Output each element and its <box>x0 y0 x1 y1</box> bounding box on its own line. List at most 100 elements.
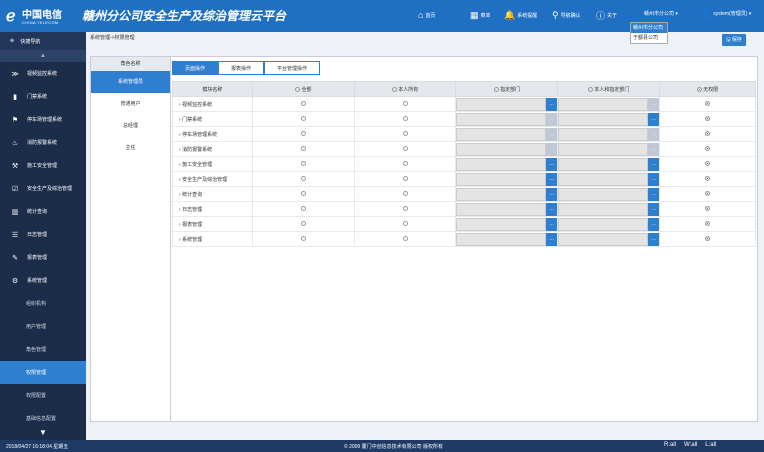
cell-all[interactable] <box>251 201 355 217</box>
expand-icon[interactable]: › <box>179 237 181 243</box>
radio-own[interactable] <box>402 131 408 137</box>
cell-own[interactable] <box>353 231 457 247</box>
radio-all[interactable] <box>300 236 306 242</box>
sidebar-item[interactable]: ☑ 安全生产及综治管理 <box>0 177 86 200</box>
radio-none[interactable] <box>705 236 711 242</box>
ellipsis-icon[interactable]: … <box>546 217 558 231</box>
sidebar-item[interactable]: ⚑ 停车场管理系统 <box>0 108 86 131</box>
save-button[interactable]: 🖫 保存 <box>722 34 746 46</box>
radio-all[interactable] <box>300 221 306 227</box>
select-all-radio[interactable] <box>391 86 397 92</box>
role-item[interactable]: 普通用户 <box>91 93 170 115</box>
cell-all[interactable] <box>251 216 355 232</box>
sidebar-item[interactable]: ☰ 日志管理 <box>0 223 86 246</box>
cell-all[interactable] <box>251 171 355 187</box>
expand-icon[interactable]: › <box>179 222 181 228</box>
cell-all[interactable] <box>251 111 355 127</box>
nav-grid[interactable]: ▦ 菜单 <box>470 8 491 22</box>
cell-none[interactable] <box>659 231 756 247</box>
role-item[interactable]: 主任 <box>91 137 170 159</box>
radio-all[interactable] <box>300 176 306 182</box>
company-option[interactable]: 于都县公司 <box>631 33 667 43</box>
cell-none[interactable] <box>659 96 756 112</box>
radio-none[interactable] <box>705 146 711 152</box>
radio-none[interactable] <box>705 131 711 137</box>
own-dept-picker[interactable]: … <box>558 202 660 216</box>
tab[interactable]: 页面操作 <box>172 61 219 75</box>
cell-own[interactable] <box>353 186 457 202</box>
ellipsis-icon[interactable]: … <box>648 157 660 171</box>
cell-all[interactable] <box>251 141 355 157</box>
radio-own[interactable] <box>402 176 408 182</box>
user-menu[interactable]: 👤 system(管理员) ▾ <box>700 8 751 19</box>
radio-own[interactable] <box>402 116 408 122</box>
radio-all[interactable] <box>300 146 306 152</box>
expand-icon[interactable]: › <box>179 117 181 123</box>
tab[interactable]: 平台管理操作 <box>264 61 321 75</box>
radio-none[interactable] <box>705 161 711 167</box>
cell-all[interactable] <box>251 156 355 172</box>
cell-none[interactable] <box>659 201 756 217</box>
select-all-radio[interactable] <box>696 86 702 92</box>
nav-home[interactable]: ⌂ 首页 <box>418 8 435 22</box>
cell-none[interactable] <box>659 141 756 157</box>
cell-own[interactable] <box>353 96 457 112</box>
sidebar-item[interactable]: ⚙ 系统管理 <box>0 269 86 292</box>
own-dept-picker[interactable]: … <box>558 217 660 231</box>
radio-own[interactable] <box>402 161 408 167</box>
dept-picker[interactable]: … <box>456 127 558 141</box>
sidebar-subitem[interactable]: 角色管理 <box>0 338 86 361</box>
ellipsis-icon[interactable]: … <box>648 97 660 111</box>
cell-own[interactable] <box>353 171 457 187</box>
radio-all[interactable] <box>300 161 306 167</box>
nav-bell[interactable]: 🔔 系统提醒 <box>504 8 537 22</box>
select-all-radio[interactable] <box>493 86 499 92</box>
sidebar-header[interactable]: ⊜ 快捷导航 <box>0 32 86 50</box>
sidebar-item[interactable]: ≫ 视频监控系统 <box>0 62 86 85</box>
own-dept-picker[interactable]: … <box>558 157 660 171</box>
cell-none[interactable] <box>659 126 756 142</box>
cell-all[interactable] <box>251 96 355 112</box>
radio-own[interactable] <box>402 146 408 152</box>
radio-all[interactable] <box>300 131 306 137</box>
role-item[interactable]: 系统管理员 <box>91 71 170 93</box>
own-dept-picker[interactable]: … <box>558 112 660 126</box>
role-item[interactable]: 总经理 <box>91 115 170 137</box>
radio-all[interactable] <box>300 206 306 212</box>
radio-all[interactable] <box>300 191 306 197</box>
own-dept-picker[interactable]: … <box>558 232 660 246</box>
cell-own[interactable] <box>353 216 457 232</box>
cell-own[interactable] <box>353 111 457 127</box>
dept-picker[interactable]: … <box>456 202 558 216</box>
select-all-radio[interactable] <box>588 86 594 92</box>
tab[interactable]: 报表操作 <box>218 61 265 75</box>
own-dept-picker[interactable]: … <box>558 187 660 201</box>
radio-none[interactable] <box>705 101 711 107</box>
ellipsis-icon[interactable]: … <box>546 187 558 201</box>
ellipsis-icon[interactable]: … <box>546 172 558 186</box>
column-header[interactable]: 指定部门 <box>455 81 559 97</box>
ellipsis-icon[interactable]: … <box>648 217 660 231</box>
scroll-up-icon[interactable]: ▲ <box>0 50 86 62</box>
cell-all[interactable] <box>251 231 355 247</box>
radio-none[interactable] <box>705 116 711 122</box>
cell-all[interactable] <box>251 186 355 202</box>
ellipsis-icon[interactable]: … <box>648 172 660 186</box>
ellipsis-icon[interactable]: … <box>648 202 660 216</box>
ellipsis-icon[interactable]: … <box>648 127 660 141</box>
cell-all[interactable] <box>251 126 355 142</box>
ellipsis-icon[interactable]: … <box>546 142 558 156</box>
select-all-radio[interactable] <box>295 86 301 92</box>
ellipsis-icon[interactable]: … <box>546 112 558 126</box>
radio-none[interactable] <box>705 191 711 197</box>
column-header[interactable]: 全部 <box>251 81 355 97</box>
expand-icon[interactable]: › <box>179 192 181 198</box>
own-dept-picker[interactable]: … <box>558 97 660 111</box>
radio-all[interactable] <box>300 101 306 107</box>
cell-own[interactable] <box>353 141 457 157</box>
ellipsis-icon[interactable]: … <box>546 232 558 246</box>
ellipsis-icon[interactable]: … <box>648 232 660 246</box>
cell-none[interactable] <box>659 111 756 127</box>
dept-picker[interactable]: … <box>456 142 558 156</box>
ellipsis-icon[interactable]: … <box>648 142 660 156</box>
